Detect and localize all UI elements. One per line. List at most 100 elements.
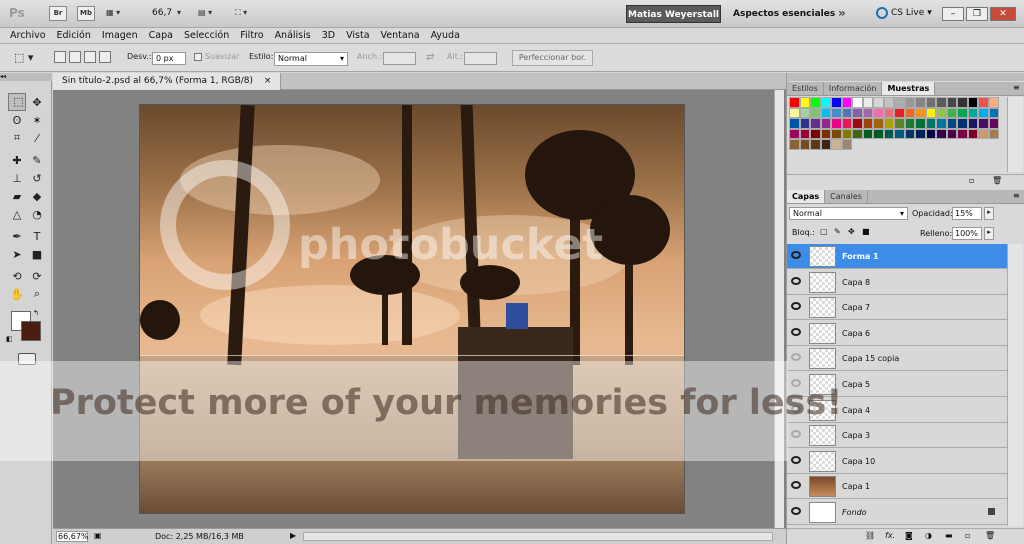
visibility-eye-icon[interactable]: [791, 276, 801, 285]
color-swatch[interactable]: [820, 97, 831, 108]
visibility-eye-icon[interactable]: [791, 404, 801, 413]
color-swatch[interactable]: [988, 107, 999, 118]
blend-mode-select[interactable]: Normal ▾: [789, 207, 908, 220]
link-layers-icon[interactable]: ⛓: [865, 531, 875, 540]
subtract-selection-icon[interactable]: [84, 51, 96, 63]
history-brush-tool-icon[interactable]: ↺: [28, 169, 46, 187]
lock-pixels-icon[interactable]: ✎: [834, 227, 841, 236]
layer-row[interactable]: Capa 10: [787, 448, 1007, 474]
magic-wand-tool-icon[interactable]: ✶: [28, 111, 46, 129]
antialias-checkbox[interactable]: [194, 53, 202, 61]
workspace-essentials-button[interactable]: Aspectos esenciales: [733, 9, 835, 19]
color-swatch[interactable]: [936, 97, 947, 108]
visibility-eye-icon[interactable]: [791, 507, 801, 515]
color-swatch[interactable]: [852, 118, 863, 129]
menu-item-filtro[interactable]: Filtro: [240, 30, 263, 41]
lock-all-icon[interactable]: ■: [862, 227, 870, 236]
color-swatch[interactable]: [841, 107, 852, 118]
lock-position-icon[interactable]: ✥: [848, 227, 855, 236]
quick-mask-icon[interactable]: [18, 353, 36, 365]
color-swatch[interactable]: [894, 97, 905, 108]
color-swatch[interactable]: [789, 128, 800, 139]
color-swatch[interactable]: [799, 128, 810, 139]
color-swatch[interactable]: [978, 128, 989, 139]
swatches-tab-muestras[interactable]: Muestras: [882, 82, 936, 95]
color-swatch[interactable]: [862, 128, 873, 139]
visibility-eye-icon[interactable]: [791, 353, 801, 362]
color-swatch[interactable]: [810, 128, 821, 139]
restore-button[interactable]: ❐: [966, 7, 988, 21]
crop-tool-icon[interactable]: ⌗: [8, 129, 26, 147]
color-swatch[interactable]: [841, 139, 852, 150]
swatches-tab-información[interactable]: Información: [824, 82, 883, 95]
zoom-tool-icon[interactable]: ⌕: [28, 285, 46, 303]
swatches-scrollbar[interactable]: [1007, 97, 1023, 172]
fill-input[interactable]: 100%: [952, 227, 982, 240]
3d-rotate-tool-icon[interactable]: ⟲: [8, 267, 26, 285]
menu-item-imagen[interactable]: Imagen: [102, 30, 138, 41]
swap-colors-icon[interactable]: ↰: [33, 309, 39, 317]
color-swatch[interactable]: [967, 107, 978, 118]
swatches-tab-estilos[interactable]: Estilos: [787, 82, 824, 95]
layers-scrollbar[interactable]: [1007, 244, 1023, 526]
fill-slider-arrow-icon[interactable]: ▸: [984, 227, 994, 240]
color-swatch[interactable]: [925, 128, 936, 139]
layers-tab-capas[interactable]: Capas: [787, 190, 826, 203]
default-colors-icon[interactable]: ◧: [6, 335, 13, 343]
menu-item-edicion[interactable]: Edición: [57, 30, 91, 41]
new-layer-icon[interactable]: ▫: [965, 531, 970, 540]
close-button[interactable]: ✕: [990, 7, 1016, 21]
blur-tool-icon[interactable]: △: [8, 205, 26, 223]
path-selection-tool-icon[interactable]: ➤: [8, 245, 26, 263]
color-swatch[interactable]: [831, 139, 842, 150]
menu-item-ventana[interactable]: Ventana: [381, 30, 420, 41]
color-swatch[interactable]: [957, 107, 968, 118]
color-swatch[interactable]: [967, 128, 978, 139]
canvas-image[interactable]: [139, 104, 685, 514]
color-swatch[interactable]: [988, 118, 999, 129]
delete-layer-icon[interactable]: 🗑: [985, 531, 995, 540]
color-swatch[interactable]: [946, 128, 957, 139]
menu-item-analisis[interactable]: Análisis: [275, 30, 311, 41]
refine-edge-button[interactable]: Perfeccionar bor.: [512, 50, 593, 66]
color-swatch[interactable]: [810, 107, 821, 118]
lock-transparency-icon[interactable]: ▢: [820, 227, 828, 236]
color-swatch[interactable]: [894, 107, 905, 118]
color-swatch[interactable]: [862, 107, 873, 118]
new-selection-icon[interactable]: [54, 51, 66, 63]
color-swatch[interactable]: [904, 118, 915, 129]
color-swatch[interactable]: [789, 107, 800, 118]
menu-item-seleccion[interactable]: Selección: [184, 30, 229, 41]
layer-row[interactable]: Capa 15 copia: [787, 346, 1007, 372]
color-swatch[interactable]: [957, 128, 968, 139]
layer-row[interactable]: Capa 4: [787, 397, 1007, 423]
color-swatch[interactable]: [820, 139, 831, 150]
color-swatch[interactable]: [852, 97, 863, 108]
background-color-swatch[interactable]: [21, 321, 41, 341]
color-swatch[interactable]: [904, 128, 915, 139]
color-swatch[interactable]: [799, 118, 810, 129]
panel-dock-header[interactable]: [787, 73, 1024, 81]
screen-mode-dropdown[interactable]: ⛶ ▾: [235, 8, 247, 18]
visibility-eye-icon[interactable]: [791, 455, 801, 464]
color-swatch[interactable]: [789, 139, 800, 150]
layers-tab-canales[interactable]: Canales: [825, 190, 868, 203]
mini-bridge-button[interactable]: Mb: [77, 6, 95, 21]
dodge-tool-icon[interactable]: ◔: [28, 205, 46, 223]
color-swatch[interactable]: [831, 118, 842, 129]
panel-menu-icon[interactable]: ≡: [1013, 83, 1020, 92]
layer-row[interactable]: Fondo: [787, 500, 1007, 525]
color-swatch[interactable]: [820, 107, 831, 118]
healing-brush-tool-icon[interactable]: ✚: [8, 151, 26, 169]
layer-row[interactable]: Forma 1: [787, 244, 1007, 269]
color-swatch[interactable]: [936, 107, 947, 118]
view-extras-dropdown[interactable]: ▦ ▾: [106, 8, 120, 17]
type-tool-icon[interactable]: T: [28, 227, 46, 245]
color-swatch[interactable]: [873, 118, 884, 129]
adjustment-layer-icon[interactable]: ◑: [925, 531, 932, 540]
visibility-eye-icon[interactable]: [791, 251, 801, 259]
bridge-button[interactable]: Br: [49, 6, 67, 21]
add-mask-icon[interactable]: ◙: [905, 531, 913, 540]
color-swatch[interactable]: [946, 118, 957, 129]
color-swatch[interactable]: [810, 118, 821, 129]
